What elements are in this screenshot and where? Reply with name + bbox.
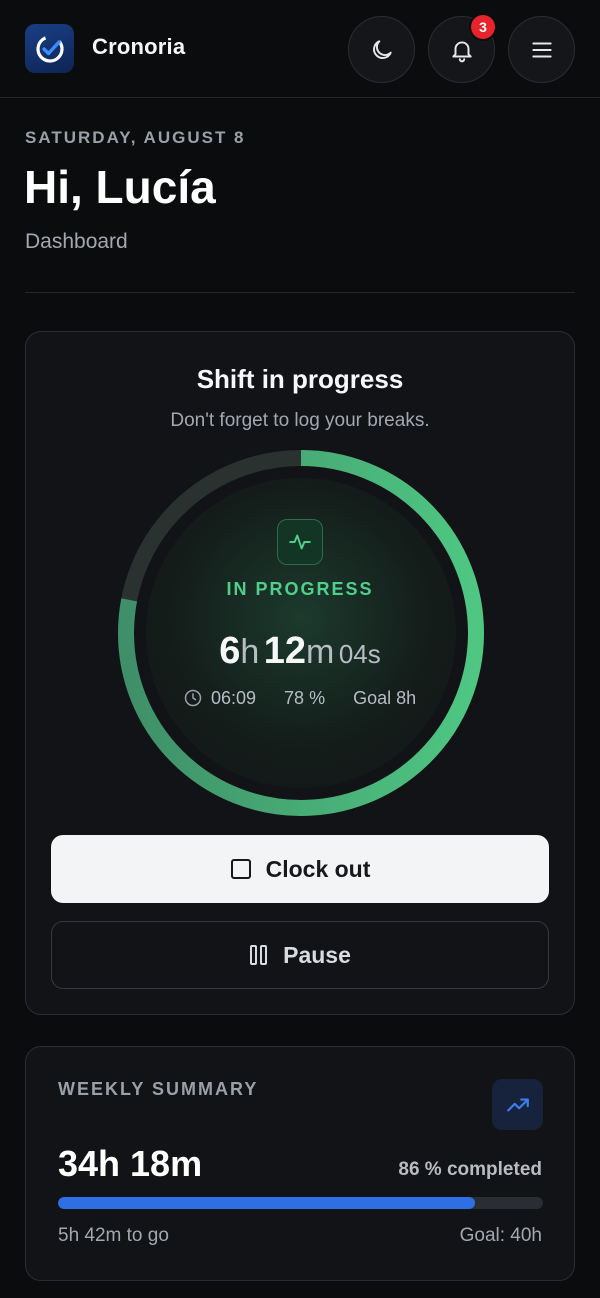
theme-toggle-button[interactable] bbox=[348, 16, 415, 83]
pause-button[interactable]: Pause bbox=[51, 921, 549, 989]
page-subtitle: Dashboard bbox=[25, 230, 128, 253]
pause-icon bbox=[250, 945, 268, 965]
timer-seconds: 04s bbox=[338, 639, 381, 669]
notification-badge: 3 bbox=[469, 13, 497, 41]
elapsed-timer: 6h 12m 04s bbox=[26, 630, 574, 673]
app-logo[interactable] bbox=[25, 24, 74, 73]
menu-button[interactable] bbox=[508, 16, 575, 83]
activity-pulse-icon bbox=[289, 534, 311, 550]
shift-card: Shift in progress Don't forget to log yo… bbox=[25, 331, 575, 1015]
activity-badge bbox=[277, 519, 323, 565]
timer-minutes-unit: m bbox=[306, 633, 335, 671]
page-title: Hi, Lucía bbox=[24, 161, 216, 213]
current-date: SATURDAY, AUGUST 8 bbox=[25, 128, 246, 147]
weekly-remaining: 5h 42m to go bbox=[58, 1225, 169, 1246]
weekly-percent-completed: 86 % completed bbox=[398, 1159, 542, 1180]
shift-title: Shift in progress bbox=[196, 364, 404, 394]
shift-meta: 06:09 78 % Goal 8h bbox=[183, 686, 416, 710]
clock-icon bbox=[184, 689, 202, 707]
weekly-progress-bar bbox=[58, 1197, 543, 1209]
shift-start-time: 06:09 bbox=[211, 687, 257, 708]
shift-goal: Goal 8h bbox=[353, 687, 417, 708]
app-name: Cronoria bbox=[92, 34, 186, 59]
bell-icon bbox=[451, 40, 472, 62]
clock-out-label: Clock out bbox=[265, 855, 371, 882]
timer-minutes: 12 bbox=[263, 630, 307, 672]
weekly-hours: 34h 18m bbox=[58, 1143, 203, 1184]
shift-percent: 78 % bbox=[284, 687, 326, 708]
trend-badge[interactable] bbox=[492, 1079, 543, 1130]
divider bbox=[25, 292, 575, 293]
weekly-goal: Goal: 40h bbox=[459, 1225, 542, 1246]
timer-hours: 6 bbox=[219, 630, 241, 672]
check-clock-icon bbox=[35, 34, 64, 63]
weekly-summary-card: WEEKLY SUMMARY 34h 18m 86 % completed 5h… bbox=[25, 1046, 575, 1281]
shift-subtitle: Don't forget to log your breaks. bbox=[170, 410, 430, 431]
clock-out-button[interactable]: Clock out bbox=[51, 835, 549, 903]
shift-status: IN PROGRESS bbox=[226, 579, 374, 599]
timer-hours-unit: h bbox=[240, 633, 260, 671]
trending-up-icon bbox=[506, 1098, 529, 1111]
moon-icon bbox=[372, 39, 392, 59]
stop-square-icon bbox=[230, 859, 251, 879]
pause-label: Pause bbox=[283, 941, 351, 968]
app-header: Cronoria 3 bbox=[0, 0, 600, 98]
hamburger-menu-icon bbox=[531, 42, 552, 57]
weekly-summary-title: WEEKLY SUMMARY bbox=[58, 1079, 259, 1099]
weekly-progress-fill bbox=[58, 1197, 476, 1209]
